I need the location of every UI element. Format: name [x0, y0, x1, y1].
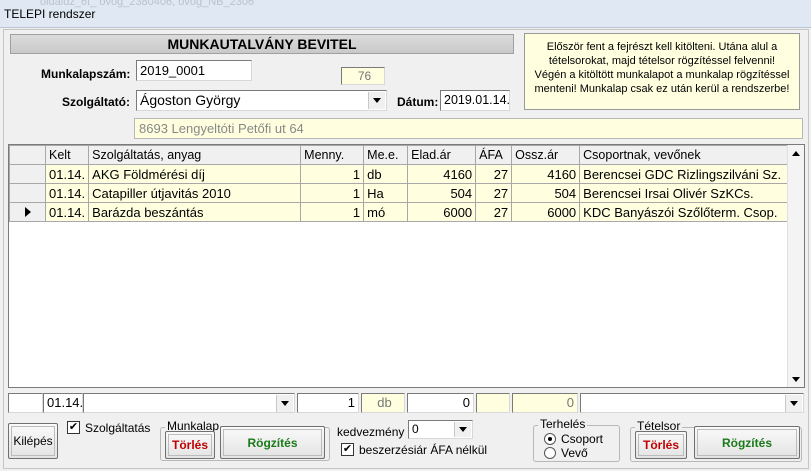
row-selector[interactable] — [9, 183, 46, 203]
tetelsor-torles-button[interactable]: Törlés — [635, 431, 687, 459]
chevron-down-icon[interactable] — [276, 395, 293, 412]
terheles-group-label: Terhelés — [538, 417, 588, 431]
szolgaltato-combo[interactable]: Ágoston György — [136, 90, 387, 111]
terheles-csoport-radio[interactable] — [544, 433, 556, 445]
cell-elad[interactable]: 4160 — [407, 164, 477, 184]
col-header-csoport[interactable]: Csoportnak, vevőnek — [579, 145, 791, 165]
col-header-mee[interactable]: Me.e. — [363, 145, 409, 165]
cell-item[interactable]: Barázda beszántás — [88, 202, 302, 222]
grid-header-row: Kelt Szolgáltatás, anyag Menny. Me.e. El… — [9, 145, 791, 165]
cell-csoport[interactable]: Berencsei GDC Rizlingszilváni Sz. — [579, 164, 791, 184]
cell-afa[interactable]: 27 — [475, 164, 513, 184]
cell-kelt[interactable]: 01.14. — [44, 202, 90, 222]
form-heading: MUNKAUTALVÁNY BEVITEL — [10, 34, 514, 54]
row-selector-header — [9, 145, 46, 165]
munkalap-torles-label: Törlés — [168, 434, 212, 456]
kedvezmeny-label: kedvezmény % — [337, 425, 419, 439]
szolgaltato-value: Ágoston György — [140, 92, 241, 108]
entry-elad-input[interactable]: 0 — [407, 393, 474, 413]
entry-menny-input[interactable]: 1 — [297, 393, 359, 413]
cell-menny[interactable]: 1 — [300, 164, 365, 184]
col-header-menny[interactable]: Menny. — [300, 145, 365, 165]
tetelsor-rogzites-label: Rögzítés — [697, 429, 797, 456]
window-titlebar: oldaldz_6t_ ovog_2380406, ovog_NB_2306 T… — [0, 0, 811, 28]
kedvezmeny-value: 0 — [412, 422, 419, 436]
items-table: Kelt Szolgáltatás, anyag Menny. Me.e. El… — [9, 145, 791, 222]
cell-ossz[interactable]: 4160 — [511, 164, 581, 184]
terheles-csoport-label: Csoport — [561, 432, 604, 446]
cell-item[interactable]: AKG Földmérési díj — [88, 164, 302, 184]
munkalapszam-label: Munkalapszám: — [41, 67, 131, 81]
datum-input[interactable]: 2019.01.14. — [440, 90, 510, 111]
scroll-down-icon[interactable] — [788, 371, 804, 387]
entry-afa-field — [476, 393, 510, 413]
munkalap-rogzites-label: Rögzítés — [223, 429, 322, 456]
cell-afa[interactable]: 27 — [475, 202, 513, 222]
scroll-up-icon[interactable] — [788, 145, 804, 161]
cell-menny[interactable]: 1 — [300, 183, 365, 203]
cell-afa[interactable]: 27 — [475, 183, 513, 203]
cell-csoport[interactable]: Berencsei Irsai Olivér SzKCs. — [579, 183, 791, 203]
col-header-elad[interactable]: Elad.ár — [407, 145, 477, 165]
cell-menny[interactable]: 1 — [300, 202, 365, 222]
table-row[interactable]: 01.14. AKG Földmérési díj 1 db 4160 27 4… — [9, 164, 791, 184]
chevron-down-icon[interactable] — [785, 395, 802, 412]
datum-label: Dátum: — [397, 95, 439, 109]
grid-vertical-scrollbar[interactable] — [787, 145, 804, 387]
address-field: 8693 Lengyeltóti Petőfi ut 64 — [134, 118, 803, 139]
munkalap-torles-button[interactable]: Törlés — [165, 431, 215, 459]
table-row-current[interactable]: 01.14. Barázda beszántás 1 mó 6000 27 60… — [9, 202, 791, 222]
cell-ossz[interactable]: 504 — [511, 183, 581, 203]
entry-ossz-field: 0 — [512, 393, 578, 413]
cell-csoport[interactable]: KDC Banyászói Szőlőterm. Csop. — [579, 202, 791, 222]
cell-elad[interactable]: 504 — [407, 183, 477, 203]
col-header-szolgaltatas[interactable]: Szolgáltatás, anyag — [88, 145, 302, 165]
munkalapszam-input[interactable]: 2019_0001 — [136, 60, 252, 81]
entry-mee-field: db — [361, 393, 405, 413]
table-row[interactable]: 01.14. Catapiller útjavitás 2010 1 Ha 50… — [9, 183, 791, 203]
cell-kelt[interactable]: 01.14. — [44, 164, 90, 184]
szolgaltato-label: Szolgáltató: — [62, 95, 130, 109]
szolgaltatas-label: Szolgáltatás — [85, 421, 151, 435]
col-header-kelt[interactable]: Kelt — [44, 145, 90, 165]
munkalap-rogzites-button[interactable]: Rögzítés — [220, 426, 325, 459]
terheles-vevo-radio[interactable] — [544, 447, 556, 459]
entry-csoport-combo[interactable] — [580, 393, 804, 413]
szolgaltatas-checkbox[interactable]: ✔ — [67, 421, 80, 434]
cell-mee[interactable]: db — [363, 164, 409, 184]
beszerzesi-checkbox[interactable]: ✔ — [341, 443, 354, 456]
terheles-vevo-label: Vevő — [561, 446, 588, 460]
row-selector-current[interactable] — [9, 202, 46, 222]
window-title: TELEPI rendszer — [4, 7, 96, 21]
cell-item[interactable]: Catapiller útjavitás 2010 — [88, 183, 302, 203]
row-selector[interactable] — [9, 164, 46, 184]
tetelsor-torles-label: Törlés — [638, 434, 684, 456]
kilepes-button[interactable]: Kilépés — [8, 423, 58, 459]
entry-kelt-input[interactable]: 01.14. — [43, 393, 83, 413]
entry-item-combo[interactable] — [83, 393, 295, 413]
cell-kelt[interactable]: 01.14. — [44, 183, 90, 203]
current-row-arrow-icon — [24, 206, 31, 217]
kilepes-label: Kilépés — [11, 426, 55, 456]
counter-field: 76 — [341, 67, 385, 85]
col-header-ossz[interactable]: Ossz.ár — [511, 145, 581, 165]
beszerzesi-label: beszerzésiár ÁFA nélkül — [359, 443, 488, 457]
info-box: Először fent a fejrészt kell kitölteni. … — [524, 33, 800, 110]
kedvezmeny-combo[interactable]: 0 — [408, 420, 473, 439]
tetelsor-rogzites-button[interactable]: Rögzítés — [694, 426, 800, 459]
cell-ossz[interactable]: 6000 — [511, 202, 581, 222]
cell-elad[interactable]: 6000 — [407, 202, 477, 222]
cell-mee[interactable]: mó — [363, 202, 409, 222]
items-grid[interactable]: Kelt Szolgáltatás, anyag Menny. Me.e. El… — [8, 144, 805, 388]
cell-mee[interactable]: Ha — [363, 183, 409, 203]
chevron-down-icon[interactable] — [368, 92, 385, 109]
chevron-down-icon[interactable] — [454, 422, 471, 437]
entry-selector — [8, 393, 43, 413]
col-header-afa[interactable]: ÁFA — [475, 145, 513, 165]
